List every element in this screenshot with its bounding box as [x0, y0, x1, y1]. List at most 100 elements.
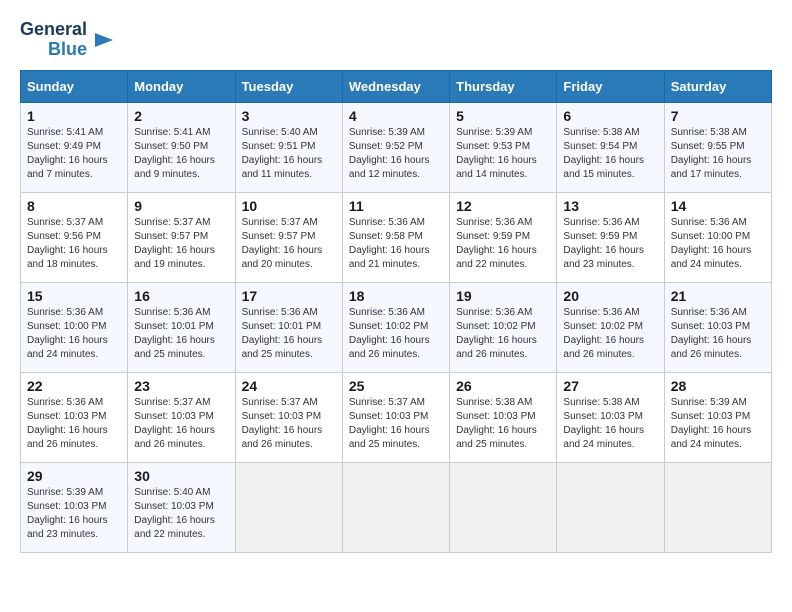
calendar-cell: 22 Sunrise: 5:36 AMSunset: 10:03 PMDayli…: [21, 372, 128, 462]
day-detail: Sunrise: 5:36 AMSunset: 10:02 PMDaylight…: [349, 307, 430, 360]
day-number: 15: [27, 288, 121, 304]
day-detail: Sunrise: 5:38 AMSunset: 9:54 PMDaylight:…: [563, 127, 644, 180]
day-number: 14: [671, 198, 765, 214]
day-detail: Sunrise: 5:41 AMSunset: 9:49 PMDaylight:…: [27, 127, 108, 180]
calendar-week-1: 1 Sunrise: 5:41 AMSunset: 9:49 PMDayligh…: [21, 102, 772, 192]
calendar-cell: 24 Sunrise: 5:37 AMSunset: 10:03 PMDayli…: [235, 372, 342, 462]
header: General Blue: [20, 20, 772, 60]
calendar-cell: 14 Sunrise: 5:36 AMSunset: 10:00 PMDayli…: [664, 192, 771, 282]
day-number: 4: [349, 108, 443, 124]
calendar-cell: [342, 462, 449, 552]
day-detail: Sunrise: 5:41 AMSunset: 9:50 PMDaylight:…: [134, 127, 215, 180]
day-detail: Sunrise: 5:36 AMSunset: 10:02 PMDaylight…: [563, 307, 644, 360]
day-number: 12: [456, 198, 550, 214]
day-number: 13: [563, 198, 657, 214]
weekday-header-sunday: Sunday: [21, 70, 128, 102]
day-number: 24: [242, 378, 336, 394]
day-detail: Sunrise: 5:36 AMSunset: 9:59 PMDaylight:…: [456, 217, 537, 270]
day-number: 21: [671, 288, 765, 304]
weekday-header-thursday: Thursday: [450, 70, 557, 102]
calendar-week-2: 8 Sunrise: 5:37 AMSunset: 9:56 PMDayligh…: [21, 192, 772, 282]
day-number: 11: [349, 198, 443, 214]
day-number: 8: [27, 198, 121, 214]
day-detail: Sunrise: 5:37 AMSunset: 9:56 PMDaylight:…: [27, 217, 108, 270]
day-detail: Sunrise: 5:39 AMSunset: 9:53 PMDaylight:…: [456, 127, 537, 180]
calendar-cell: [450, 462, 557, 552]
calendar-cell: 3 Sunrise: 5:40 AMSunset: 9:51 PMDayligh…: [235, 102, 342, 192]
calendar-week-5: 29 Sunrise: 5:39 AMSunset: 10:03 PMDayli…: [21, 462, 772, 552]
day-number: 5: [456, 108, 550, 124]
calendar-cell: 5 Sunrise: 5:39 AMSunset: 9:53 PMDayligh…: [450, 102, 557, 192]
calendar-cell: 4 Sunrise: 5:39 AMSunset: 9:52 PMDayligh…: [342, 102, 449, 192]
calendar-cell: 29 Sunrise: 5:39 AMSunset: 10:03 PMDayli…: [21, 462, 128, 552]
day-detail: Sunrise: 5:36 AMSunset: 10:00 PMDaylight…: [27, 307, 108, 360]
weekday-header-wednesday: Wednesday: [342, 70, 449, 102]
calendar-cell: 27 Sunrise: 5:38 AMSunset: 10:03 PMDayli…: [557, 372, 664, 462]
day-number: 10: [242, 198, 336, 214]
day-detail: Sunrise: 5:36 AMSunset: 10:01 PMDaylight…: [134, 307, 215, 360]
calendar-cell: 17 Sunrise: 5:36 AMSunset: 10:01 PMDayli…: [235, 282, 342, 372]
day-number: 17: [242, 288, 336, 304]
day-number: 26: [456, 378, 550, 394]
day-number: 30: [134, 468, 228, 484]
day-detail: Sunrise: 5:36 AMSunset: 10:03 PMDaylight…: [671, 307, 752, 360]
day-detail: Sunrise: 5:40 AMSunset: 10:03 PMDaylight…: [134, 487, 215, 540]
calendar-table: SundayMondayTuesdayWednesdayThursdayFrid…: [20, 70, 772, 553]
calendar-cell: [664, 462, 771, 552]
day-detail: Sunrise: 5:36 AMSunset: 10:03 PMDaylight…: [27, 397, 108, 450]
day-detail: Sunrise: 5:37 AMSunset: 9:57 PMDaylight:…: [242, 217, 323, 270]
day-number: 20: [563, 288, 657, 304]
day-detail: Sunrise: 5:39 AMSunset: 9:52 PMDaylight:…: [349, 127, 430, 180]
day-number: 9: [134, 198, 228, 214]
logo-text-blue: Blue: [48, 40, 87, 60]
day-detail: Sunrise: 5:37 AMSunset: 10:03 PMDaylight…: [349, 397, 430, 450]
calendar-cell: 18 Sunrise: 5:36 AMSunset: 10:02 PMDayli…: [342, 282, 449, 372]
day-number: 29: [27, 468, 121, 484]
calendar-cell: 21 Sunrise: 5:36 AMSunset: 10:03 PMDayli…: [664, 282, 771, 372]
day-number: 19: [456, 288, 550, 304]
day-number: 6: [563, 108, 657, 124]
calendar-cell: 8 Sunrise: 5:37 AMSunset: 9:56 PMDayligh…: [21, 192, 128, 282]
calendar-cell: 12 Sunrise: 5:36 AMSunset: 9:59 PMDaylig…: [450, 192, 557, 282]
day-detail: Sunrise: 5:37 AMSunset: 9:57 PMDaylight:…: [134, 217, 215, 270]
calendar-cell: 11 Sunrise: 5:36 AMSunset: 9:58 PMDaylig…: [342, 192, 449, 282]
calendar-cell: 6 Sunrise: 5:38 AMSunset: 9:54 PMDayligh…: [557, 102, 664, 192]
day-number: 1: [27, 108, 121, 124]
day-detail: Sunrise: 5:36 AMSunset: 9:58 PMDaylight:…: [349, 217, 430, 270]
day-detail: Sunrise: 5:39 AMSunset: 10:03 PMDaylight…: [671, 397, 752, 450]
calendar-cell: 7 Sunrise: 5:38 AMSunset: 9:55 PMDayligh…: [664, 102, 771, 192]
calendar-cell: 30 Sunrise: 5:40 AMSunset: 10:03 PMDayli…: [128, 462, 235, 552]
weekday-header-friday: Friday: [557, 70, 664, 102]
calendar-cell: 26 Sunrise: 5:38 AMSunset: 10:03 PMDayli…: [450, 372, 557, 462]
calendar-cell: 2 Sunrise: 5:41 AMSunset: 9:50 PMDayligh…: [128, 102, 235, 192]
day-detail: Sunrise: 5:37 AMSunset: 10:03 PMDaylight…: [134, 397, 215, 450]
day-number: 22: [27, 378, 121, 394]
day-detail: Sunrise: 5:39 AMSunset: 10:03 PMDaylight…: [27, 487, 108, 540]
calendar-cell: 28 Sunrise: 5:39 AMSunset: 10:03 PMDayli…: [664, 372, 771, 462]
calendar-cell: 1 Sunrise: 5:41 AMSunset: 9:49 PMDayligh…: [21, 102, 128, 192]
weekday-header-tuesday: Tuesday: [235, 70, 342, 102]
day-number: 3: [242, 108, 336, 124]
day-detail: Sunrise: 5:36 AMSunset: 10:01 PMDaylight…: [242, 307, 323, 360]
logo-icon: [93, 29, 115, 51]
calendar-cell: [557, 462, 664, 552]
day-detail: Sunrise: 5:38 AMSunset: 9:55 PMDaylight:…: [671, 127, 752, 180]
day-detail: Sunrise: 5:37 AMSunset: 10:03 PMDaylight…: [242, 397, 323, 450]
calendar-week-3: 15 Sunrise: 5:36 AMSunset: 10:00 PMDayli…: [21, 282, 772, 372]
day-detail: Sunrise: 5:38 AMSunset: 10:03 PMDaylight…: [456, 397, 537, 450]
day-number: 2: [134, 108, 228, 124]
day-detail: Sunrise: 5:40 AMSunset: 9:51 PMDaylight:…: [242, 127, 323, 180]
weekday-header-row: SundayMondayTuesdayWednesdayThursdayFrid…: [21, 70, 772, 102]
weekday-header-saturday: Saturday: [664, 70, 771, 102]
calendar-cell: 19 Sunrise: 5:36 AMSunset: 10:02 PMDayli…: [450, 282, 557, 372]
logo: General Blue: [20, 20, 115, 60]
day-number: 25: [349, 378, 443, 394]
day-detail: Sunrise: 5:36 AMSunset: 10:02 PMDaylight…: [456, 307, 537, 360]
day-number: 18: [349, 288, 443, 304]
day-detail: Sunrise: 5:38 AMSunset: 10:03 PMDaylight…: [563, 397, 644, 450]
calendar-cell: 16 Sunrise: 5:36 AMSunset: 10:01 PMDayli…: [128, 282, 235, 372]
day-number: 27: [563, 378, 657, 394]
calendar-cell: 10 Sunrise: 5:37 AMSunset: 9:57 PMDaylig…: [235, 192, 342, 282]
calendar-week-4: 22 Sunrise: 5:36 AMSunset: 10:03 PMDayli…: [21, 372, 772, 462]
calendar-cell: 20 Sunrise: 5:36 AMSunset: 10:02 PMDayli…: [557, 282, 664, 372]
